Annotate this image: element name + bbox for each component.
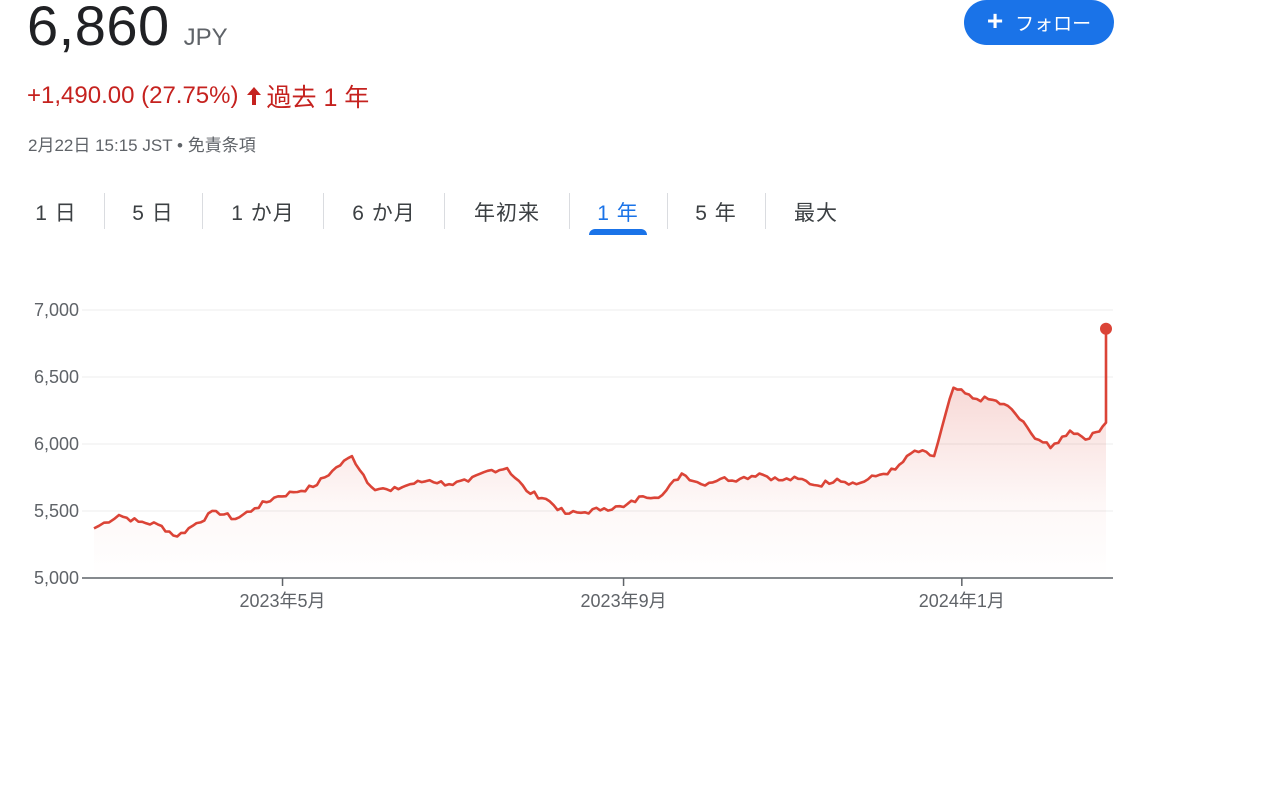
disclaimer-link[interactable]: 免責条項 — [188, 136, 256, 155]
tab-divider — [569, 193, 570, 229]
price-chart[interactable]: 2023年5月 2023年9月 2024年1月 7,000 6,500 6,000 5,5… — [0, 280, 1140, 620]
price-header: 6,860 JPY — [27, 0, 228, 58]
follow-button[interactable]: + フォロー — [964, 0, 1114, 45]
y-tick-label: 7,000 — [34, 300, 79, 320]
follow-button-label: フォロー — [1015, 14, 1092, 35]
timestamp-text: 2月22日 15:15 JST — [28, 136, 173, 155]
tab-5y[interactable]: 5 年 — [687, 185, 745, 233]
y-tick-label: 5,500 — [34, 501, 79, 521]
tab-max[interactable]: 最大 — [785, 185, 847, 233]
change-period: 過去 1 年 — [266, 84, 370, 112]
tab-divider — [202, 193, 203, 229]
tab-5d[interactable]: 5 日 — [124, 185, 182, 233]
tab-1y[interactable]: 1 年 — [589, 185, 647, 235]
price-change: +1,490.00 (27.75%) 過去 1 年 — [27, 78, 369, 114]
separator: • — [177, 136, 183, 155]
last-price-dot — [1100, 322, 1112, 335]
quote-timestamp: 2月22日 15:15 JST • 免責条項 — [28, 131, 256, 156]
y-tick-label: 5,000 — [34, 568, 79, 588]
range-tabs: 1 日 5 日 1 か月 6 か月 年初来 1 年 5 年 最大 — [0, 185, 900, 235]
x-tick-label: 2023年9月 — [581, 591, 667, 611]
tab-divider — [667, 193, 668, 229]
y-tick-label: 6,500 — [34, 367, 79, 387]
tab-1d[interactable]: 1 日 — [27, 185, 85, 233]
tab-6m[interactable]: 6 か月 — [343, 185, 425, 233]
arrow-up-icon — [246, 87, 261, 105]
tab-divider — [323, 193, 324, 229]
price-area-fill — [94, 328, 1106, 578]
tab-divider — [444, 193, 445, 229]
plus-icon: + — [986, 5, 1004, 36]
current-price: 6,860 — [27, 0, 170, 57]
currency-code: JPY — [183, 24, 228, 51]
y-tick-label: 6,000 — [34, 434, 79, 454]
x-tick-label: 2024年1月 — [919, 591, 1005, 611]
tab-divider — [765, 193, 766, 229]
tab-ytd[interactable]: 年初来 — [463, 185, 551, 233]
tab-divider — [104, 193, 105, 229]
change-value: +1,490.00 (27.75%) — [27, 82, 239, 109]
tab-1m[interactable]: 1 か月 — [222, 185, 304, 233]
x-tick-label: 2023年5月 — [240, 591, 326, 611]
